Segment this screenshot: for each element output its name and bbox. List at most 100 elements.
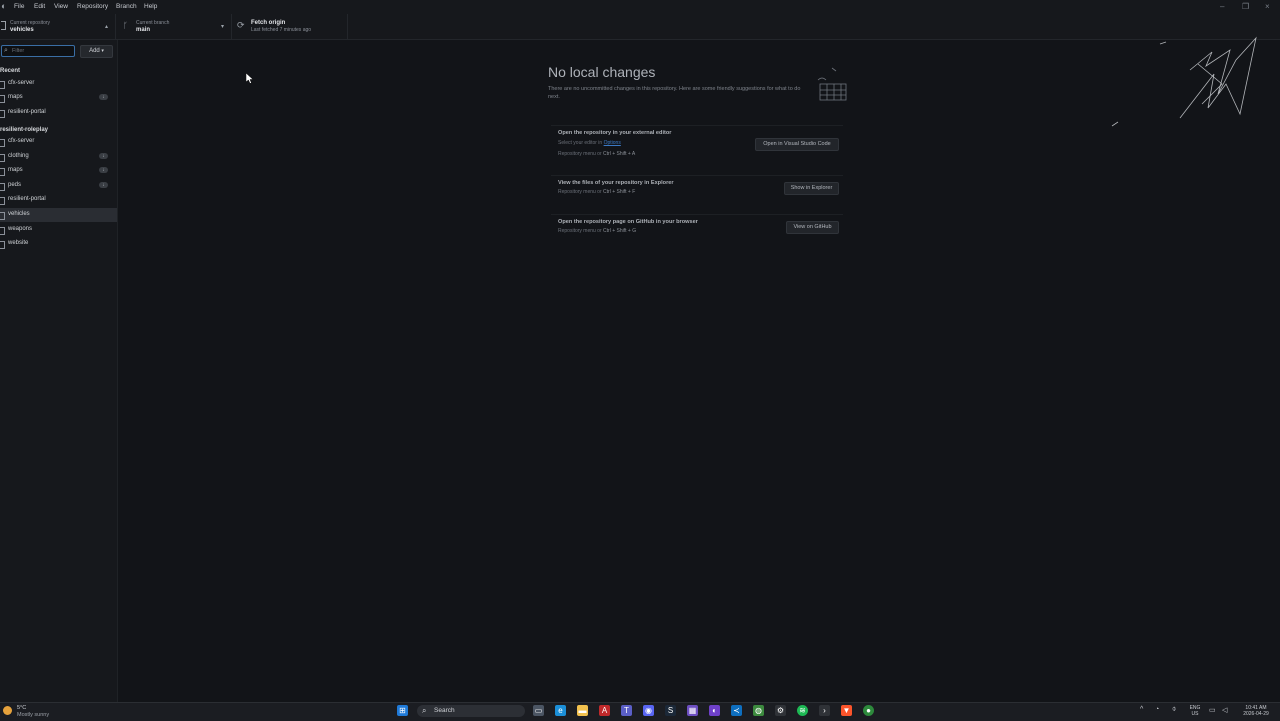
scribble-overlay [1111,36,1257,127]
suggestion-editor-hint: Select your editor in Options [558,140,621,146]
empty-state-illustration [817,67,847,101]
suggestion-shortcut: Repository menu or Ctrl + Shift + A [558,151,636,157]
windows-taskbar [0,702,1280,721]
repo-icon [0,227,5,235]
fetch-origin-button[interactable]: ⟳ Fetch origin Last fetched 7 minutes ag… [232,14,348,39]
repo-item-label: cfx-server [8,138,35,144]
chevron-up-icon: ▴ [105,24,109,30]
network-icon[interactable]: ▭ [1209,706,1216,714]
weather-description: Mostly sunny [17,712,50,718]
grid-app-icon[interactable]: ▦ [687,705,698,716]
chrome-icon[interactable]: ◍ [753,705,764,716]
pull-arrow-icon: ↓ [99,182,108,188]
repo-item-label: resilient-portal [8,196,46,202]
settings-gear-icon[interactable]: ⚙ [775,705,786,716]
open-in-vscode-button[interactable]: Open in Visual Studio Code [755,138,839,151]
file-explorer-icon[interactable]: ▬ [577,705,588,716]
repo-icon [1,21,6,30]
spotify-icon[interactable]: ≋ [797,705,808,716]
weather-temperature: 5°C [17,705,27,711]
branch-icon: ᚴ [123,21,128,30]
close-icon[interactable]: × [1265,2,1270,11]
edge-icon[interactable]: e [555,705,566,716]
repo-item-peds[interactable]: peds ↓ [0,179,117,193]
add-repository-button[interactable]: Add ▾ [80,45,113,58]
acrobat-icon[interactable]: A [599,705,610,716]
github-desktop-icon[interactable]: ◐ [709,705,720,716]
sync-icon: ⟳ [237,20,245,30]
tray-app-icon[interactable]: ◔ [1155,706,1159,713]
repo-icon [0,154,5,162]
menu-view[interactable]: View [54,3,68,10]
discord-icon[interactable]: ◉ [643,705,654,716]
language-indicator[interactable]: ENG US [1186,705,1204,717]
repo-item-clothing[interactable]: clothing ↓ [0,150,117,164]
repo-item-label: website [8,240,29,246]
microphone-icon[interactable]: ⌽ [1172,706,1176,714]
view-on-github-button[interactable]: View on GitHub [786,221,839,234]
menu-file[interactable]: File [14,3,24,10]
taskbar-search[interactable]: ⌕ Search [417,705,525,717]
menu-branch[interactable]: Branch [116,3,137,10]
repo-icon [0,110,5,118]
repo-item-label: clothing [8,153,29,159]
windows-start-icon[interactable]: ⊞ [397,705,408,716]
repo-item-cfx-server[interactable]: cfx-server [0,77,117,91]
repo-icon [0,212,5,220]
repo-item-vehicles[interactable]: vehicles [0,208,117,222]
filter-input[interactable] [12,47,70,54]
taskbar-search-label: Search [434,707,455,714]
teams-icon[interactable]: T [621,705,632,716]
suggestion-title: View the files of your repository in Exp… [558,180,674,186]
task-view-icon[interactable]: ▭ [533,705,544,716]
repo-icon [0,241,5,249]
repo-item-weapons[interactable]: weapons [0,223,117,237]
suggestion-card-view-github: Open the repository page on GitHub in yo… [551,214,843,253]
current-branch-dropdown[interactable]: ᚴ Current branch main ▾ [116,14,232,39]
repo-item-maps[interactable]: maps ↓ [0,91,117,105]
current-repository-label: Current repository [10,20,51,26]
search-icon: ⌕ [422,706,427,715]
repo-item-website[interactable]: website [0,237,117,251]
suggestion-title: Open the repository in your external edi… [558,130,672,136]
repo-icon [0,168,5,176]
repo-item-maps[interactable]: maps ↓ [0,164,117,178]
repo-item-cfx-server[interactable]: cfx-server [0,135,117,149]
clock[interactable]: 10:41 AM 2026-04-29 [1238,705,1274,717]
repo-item-label: peds [8,182,22,188]
volume-icon[interactable]: ◁ [1222,706,1227,714]
current-branch-label: Current branch [136,20,170,26]
steam-icon[interactable]: S [665,705,676,716]
restore-icon[interactable]: ❐ [1242,2,1249,11]
chevron-down-icon: ▾ [101,48,104,54]
filter-field[interactable]: ⌕ [1,45,75,57]
mouse-cursor-icon [246,73,254,84]
repo-item-resilient-portal[interactable]: resilient-portal [0,193,117,207]
repo-item-resilient-portal[interactable]: resilient-portal [0,106,117,120]
suggestion-title: Open the repository page on GitHub in yo… [558,219,698,225]
repo-icon [0,139,5,147]
minimize-icon[interactable]: – [1220,2,1224,11]
terminal-icon[interactable]: › [819,705,830,716]
current-repository-value: vehicles [10,27,34,33]
current-repository-dropdown[interactable]: Current repository vehicles ▴ [0,14,116,39]
menu-bar: ◐ File Edit View Repository Branch Help … [0,0,1280,14]
pull-arrow-icon: ↓ [99,167,108,173]
menu-repository[interactable]: Repository [77,3,108,10]
show-in-explorer-button[interactable]: Show in Explorer [784,182,839,195]
brave-icon[interactable]: ▼ [841,705,852,716]
app-icon[interactable]: ● [863,705,874,716]
tray-chevron-up-icon[interactable]: ^ [1140,706,1143,713]
repo-icon [0,183,5,191]
repo-icon [0,95,5,103]
no-local-changes-title: No local changes [548,64,656,80]
options-link[interactable]: Options [604,140,621,146]
menu-edit[interactable]: Edit [34,3,45,10]
repo-icon [0,197,5,205]
suggestion-shortcut: Repository menu or Ctrl + Shift + F [558,189,636,195]
vscode-icon[interactable]: ≺ [731,705,742,716]
menu-help[interactable]: Help [144,3,157,10]
weather-sun-icon[interactable] [3,706,12,715]
chevron-down-icon: ▾ [221,24,225,30]
repo-icon [0,81,5,89]
